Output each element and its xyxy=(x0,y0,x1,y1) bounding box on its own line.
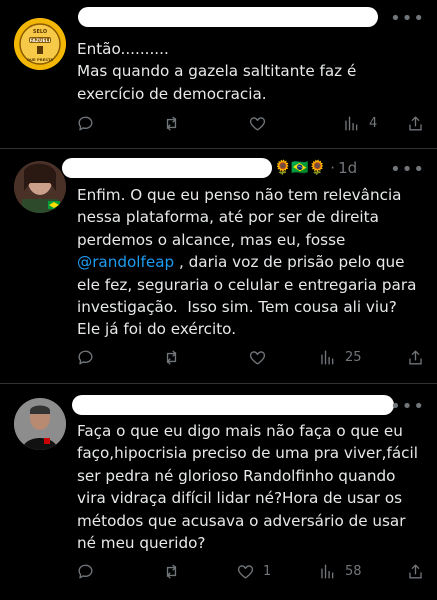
tweet-time: · xyxy=(330,159,336,177)
heart-icon xyxy=(237,564,254,579)
tweet-line: investigação. Isso sim. Tem cousa ali vi… xyxy=(77,298,397,317)
tweet-line: ele fez, seguraria o celular e entregari… xyxy=(77,275,417,294)
tweet-text: Enfim. O que eu penso não tem relevância… xyxy=(77,184,429,341)
reply-icon xyxy=(78,116,93,131)
avatar-photo xyxy=(14,161,66,213)
tweet-text: Então.......... Mas quando a gazela salt… xyxy=(77,38,429,105)
heart-icon xyxy=(249,350,266,365)
flags-emoji: 🌻🇧🇷🌻 xyxy=(274,160,327,176)
tweet-line: Faça o que eu digo mais não faça o que e… xyxy=(77,422,403,440)
share-button[interactable] xyxy=(406,112,425,134)
reply-icon xyxy=(78,350,93,365)
avatar[interactable]: SELO FAZUELI QUE PRESTA xyxy=(14,18,66,70)
retweet-icon xyxy=(166,563,177,579)
tweet-header: 🌻🇧🇷🌻 · 1d xyxy=(62,157,357,179)
tweet-2[interactable]: 🌻🇧🇷🌻 · 1d ••• Enfim. O que eu penso não … xyxy=(0,149,437,383)
views-chart-icon xyxy=(345,115,358,131)
tweet-actions: 1 58 xyxy=(76,560,424,582)
tweet-header xyxy=(76,6,378,28)
views-count: 4 xyxy=(369,115,378,131)
tweet-line: exercício de democracia. xyxy=(77,84,267,103)
avatar-photo xyxy=(14,398,66,450)
tweet-line: métodos que acusava o adversário de usar xyxy=(77,511,406,530)
likes-count: 1 xyxy=(263,563,272,579)
retweet-icon xyxy=(166,349,177,365)
like-button[interactable]: 1 xyxy=(236,560,271,582)
tweet-line: nessa plataforma, até por ser de direita xyxy=(77,208,379,227)
tweet-line: perdemos o alcance, mas eu, fosse xyxy=(77,230,346,249)
views-count: 58 xyxy=(345,563,362,579)
tweet-3[interactable]: ••• Faça o que eu digo mais não faça o q… xyxy=(0,384,437,600)
more-dots-icon[interactable]: ••• xyxy=(390,8,425,29)
tweet-line: Ele já foi do exército. xyxy=(77,320,237,339)
tweet-line: ser pedra né glorioso Randolfinho quando xyxy=(77,466,396,485)
reply-icon xyxy=(78,564,93,579)
share-button[interactable] xyxy=(406,346,425,368)
retweet-icon xyxy=(166,115,177,131)
mention-link[interactable]: @randolfeap xyxy=(77,253,174,271)
tweet-line: vira vidraça difícil lidar né?Hora de us… xyxy=(77,489,403,508)
share-button[interactable] xyxy=(406,560,425,582)
views-button[interactable]: 25 xyxy=(318,346,362,368)
share-icon xyxy=(409,563,422,579)
svg-text:SELO: SELO xyxy=(33,29,47,35)
views-chart-icon xyxy=(321,563,334,579)
retweet-button[interactable] xyxy=(162,560,181,582)
reply-button[interactable] xyxy=(76,560,95,582)
like-button[interactable] xyxy=(248,346,267,368)
svg-text:QUE PRESTA: QUE PRESTA xyxy=(27,57,54,62)
tweet-time[interactable]: 1d xyxy=(338,159,357,177)
tweet-1[interactable]: SELO FAZUELI QUE PRESTA ••• Então.......… xyxy=(0,0,437,148)
heart-icon xyxy=(249,116,266,131)
more-dots-icon[interactable]: ••• xyxy=(390,159,425,180)
views-chart-icon xyxy=(321,349,334,365)
tweet-line-rest: , daria voz de prisão pelo que xyxy=(174,253,405,272)
tweet-line: faço,hipocrisia preciso de uma pra viver… xyxy=(77,444,418,463)
tweet-line: @randolfeap , daria voz de prisão pelo q… xyxy=(77,251,429,273)
redacted-name xyxy=(62,158,272,178)
tweet-text: Faça o que eu digo mais não faça o que e… xyxy=(77,420,429,554)
tweet-line: né meu querido? xyxy=(77,534,206,553)
share-icon xyxy=(409,349,422,365)
like-button[interactable] xyxy=(248,112,267,134)
retweet-button[interactable] xyxy=(162,112,181,134)
retweet-button[interactable] xyxy=(162,346,181,368)
redacted-name xyxy=(72,395,394,415)
tweet-actions: 25 xyxy=(76,346,424,368)
more-dots-icon[interactable]: ••• xyxy=(390,396,425,417)
redacted-name xyxy=(78,7,378,27)
avatar[interactable] xyxy=(14,161,66,213)
views-count: 25 xyxy=(345,349,362,365)
tweet-header xyxy=(72,394,394,416)
seal-badge-icon: SELO FAZUELI QUE PRESTA xyxy=(14,18,66,70)
tweet-line: Então.......... xyxy=(77,40,169,58)
views-button[interactable]: 58 xyxy=(318,560,362,582)
reply-button[interactable] xyxy=(76,112,95,134)
avatar[interactable] xyxy=(14,398,66,450)
tweet-line: Mas quando a gazela saltitante faz é xyxy=(77,62,357,81)
tweet-actions: 4 xyxy=(76,112,424,134)
svg-text:FAZUELI: FAZUELI xyxy=(30,38,51,44)
tweet-line: Enfim. O que eu penso não tem relevância xyxy=(77,186,402,204)
share-icon xyxy=(409,115,422,131)
reply-button[interactable] xyxy=(76,346,95,368)
views-button[interactable]: 4 xyxy=(342,112,377,134)
